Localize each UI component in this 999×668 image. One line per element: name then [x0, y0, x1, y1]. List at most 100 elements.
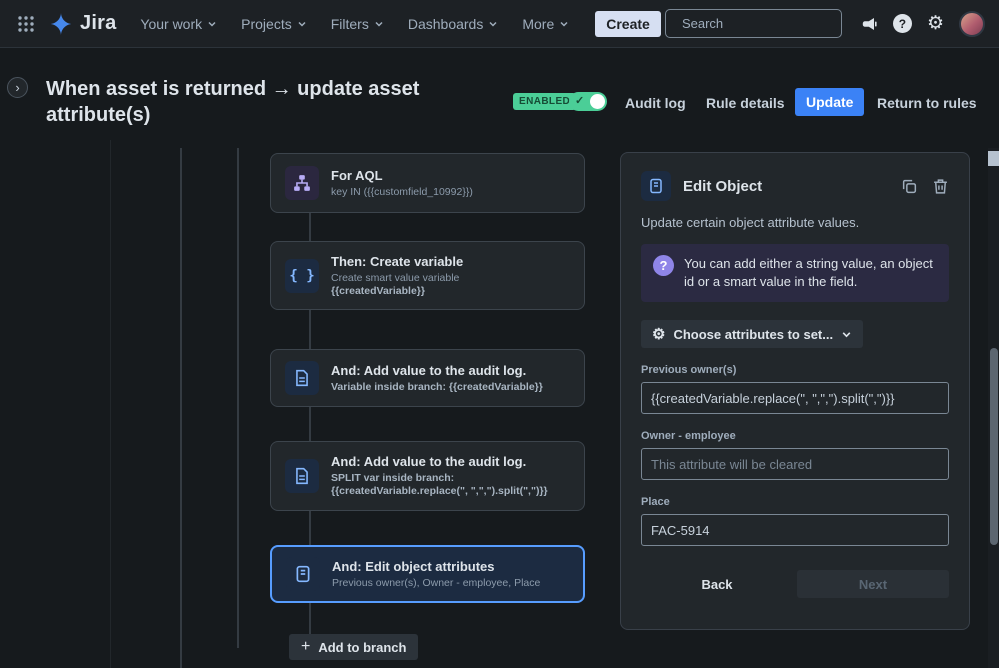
delete-component-button[interactable]: [932, 178, 949, 195]
enabled-badge: ENABLED: [513, 93, 577, 110]
check-icon: ✓: [575, 95, 585, 107]
plus-icon: +: [301, 638, 311, 655]
chevron-down-icon: [489, 21, 497, 27]
field-owner-employee: Owner - employee: [641, 430, 949, 480]
choose-attributes-button[interactable]: ⚙ Choose attributes to set...: [641, 320, 864, 348]
add-to-branch-button[interactable]: + Add to branch: [289, 634, 419, 660]
announcement-icon[interactable]: [860, 15, 878, 33]
megaphone-icon: [862, 17, 877, 30]
nav-item-label: Filters: [330, 15, 369, 32]
field-label: Owner - employee: [641, 430, 736, 442]
node-title: And: Add value to the audit log.: [331, 362, 527, 378]
node-subtitle: Variable inside branch: {{createdVariabl…: [331, 380, 543, 393]
info-message-text: You can add either a string value, an ob…: [684, 256, 933, 289]
panel-title: Edit Object: [683, 177, 763, 195]
place-input[interactable]: [641, 514, 949, 546]
rule-node-audit-log-2[interactable]: And: Add value to the audit log. SPLIT v…: [270, 441, 585, 511]
node-connector: [309, 310, 311, 349]
top-navbar: Jira Your work Projects Filters Dashboar…: [0, 0, 999, 48]
gear-icon: ⚙: [926, 13, 944, 34]
node-connector: [309, 213, 311, 241]
nav-item-label: Your work: [140, 15, 203, 32]
node-connector: [309, 603, 311, 635]
audit-log-link[interactable]: Audit log: [625, 95, 686, 111]
node-subtitle: SPLIT var inside branch: {{createdVariab…: [331, 472, 548, 497]
previous-owners-input[interactable]: [641, 382, 949, 414]
edit-object-panel: Edit Object Update certain object attrib…: [620, 152, 970, 630]
search-input[interactable]: [681, 16, 858, 31]
chevron-down-icon: [842, 331, 851, 337]
nav-item-your-work[interactable]: Your work: [140, 16, 217, 32]
node-connector: [309, 407, 311, 441]
chevron-down-icon: [560, 21, 568, 27]
field-label: Place: [641, 496, 670, 508]
rule-details-link[interactable]: Rule details: [706, 95, 785, 111]
return-to-rules-link[interactable]: Return to rules: [877, 95, 977, 111]
navbar-right-icons: ? ⚙: [860, 10, 985, 37]
branch-line-outer: [180, 148, 182, 668]
help-icon[interactable]: ?: [892, 14, 912, 33]
node-text: And: Add value to the audit log. SPLIT v…: [331, 454, 570, 498]
rule-enabled-toggle[interactable]: ✓: [569, 92, 607, 111]
rule-node-audit-log-1[interactable]: And: Add value to the audit log. Variabl…: [270, 349, 585, 407]
object-icon: [641, 171, 671, 201]
global-search[interactable]: [664, 9, 858, 38]
node-title: For AQL: [331, 167, 383, 183]
app-switcher-icon[interactable]: [12, 10, 40, 38]
nav-item-filters[interactable]: Filters: [331, 16, 384, 32]
node-title: Then: Create variable: [331, 253, 464, 269]
gear-icon: ⚙: [652, 325, 666, 343]
question-mark-icon: ?: [653, 255, 674, 276]
back-button[interactable]: Back: [641, 570, 793, 598]
nav-item-label: Dashboards: [407, 15, 484, 32]
node-subtitle-value: {{createdVariable}}: [331, 284, 425, 297]
node-title: And: Add value to the audit log.: [331, 454, 527, 469]
node-subtitle: key IN ({{customfield_10992}}): [331, 185, 473, 198]
user-avatar[interactable]: [959, 10, 985, 37]
nav-item-projects[interactable]: Projects: [241, 16, 307, 32]
panel-header-actions: [901, 178, 949, 195]
scrollbar-top-button[interactable]: [988, 151, 999, 166]
expand-sidebar-button[interactable]: ›: [7, 77, 28, 98]
primary-nav: Your work Projects Filters Dashboards Mo…: [140, 16, 569, 32]
node-connector: [309, 511, 311, 545]
scrollbar-thumb[interactable]: [989, 348, 998, 545]
duplicate-component-button[interactable]: [901, 178, 918, 195]
panel-footer: Back Next: [641, 570, 949, 598]
settings-icon[interactable]: ⚙: [927, 14, 944, 33]
jira-logo-text: Jira: [80, 12, 117, 34]
rule-node-for-aql[interactable]: For AQL key IN ({{customfield_10992}}): [270, 153, 585, 213]
node-text: For AQL key IN ({{customfield_10992}}): [331, 168, 473, 199]
field-label: Previous owner(s): [641, 364, 737, 376]
field-place: Place: [641, 496, 949, 546]
jira-mark-icon: [49, 12, 73, 35]
jira-automation-editor: Jira Your work Projects Filters Dashboar…: [0, 0, 999, 668]
owner-employee-input[interactable]: [641, 448, 949, 480]
branch-line-inner: [237, 148, 239, 648]
chevron-down-icon: [375, 21, 383, 27]
question-mark-icon: ?: [892, 14, 912, 33]
nav-item-dashboards[interactable]: Dashboards: [408, 16, 499, 32]
rule-node-edit-object[interactable]: And: Edit object attributes Previous own…: [270, 545, 585, 603]
panel-header: Edit Object: [641, 171, 949, 201]
create-button[interactable]: Create: [595, 10, 661, 37]
chevron-down-icon: [208, 21, 216, 27]
info-message: ? You can add either a string value, an …: [641, 244, 949, 302]
node-subtitle: Previous owner(s), Owner - employee, Pla…: [332, 576, 541, 589]
chevron-down-icon: [298, 21, 306, 27]
grid-dots-icon: [18, 15, 34, 32]
update-button[interactable]: Update: [795, 88, 865, 116]
panel-description: Update certain object attribute values.: [641, 215, 860, 230]
object-icon: [286, 557, 320, 591]
field-previous-owners: Previous owner(s): [641, 364, 949, 414]
file-icon: [285, 459, 319, 493]
node-title: And: Edit object attributes: [332, 558, 495, 574]
node-text: Then: Create variable Create smart value…: [331, 254, 463, 298]
braces-icon: { }: [285, 258, 319, 293]
jira-logo[interactable]: Jira: [48, 11, 116, 37]
file-icon: [285, 361, 319, 395]
node-text: And: Edit object attributes Previous own…: [332, 559, 540, 590]
rule-node-create-variable[interactable]: { } Then: Create variable Create smart v…: [270, 241, 585, 310]
next-button[interactable]: Next: [797, 570, 949, 598]
nav-item-more[interactable]: More: [522, 16, 569, 32]
